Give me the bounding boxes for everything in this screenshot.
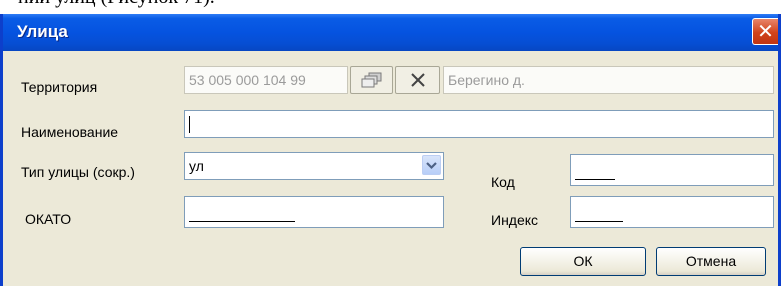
street-type-select[interactable]: ул: [184, 152, 444, 180]
close-button[interactable]: ✕: [752, 18, 778, 45]
territory-code-value: 53 005 000 104 99: [189, 72, 306, 88]
cancel-button[interactable]: Отмена: [656, 247, 766, 276]
code-label: Код: [491, 174, 515, 190]
index-label: Индекс: [491, 212, 539, 228]
street-type-value: ул: [189, 158, 204, 174]
code-input[interactable]: [570, 154, 774, 186]
street-dialog: Улица ✕ Территория 53 005 000 104 99 Бер…: [0, 14, 781, 286]
chevron-down-icon: [426, 162, 437, 170]
okato-blank: [189, 207, 295, 222]
close-icon: ✕: [757, 19, 774, 43]
street-type-label: Тип улицы (сокр.): [21, 164, 135, 180]
title-bar[interactable]: Улица ✕: [3, 14, 778, 51]
index-input[interactable]: [570, 196, 774, 228]
code-blank: [575, 165, 615, 180]
text-caret: [189, 116, 190, 133]
dropdown-button[interactable]: [422, 155, 441, 175]
territory-code-field: 53 005 000 104 99: [184, 66, 348, 94]
okato-label: ОКАТО: [25, 211, 72, 227]
okato-input[interactable]: [184, 196, 444, 228]
index-blank: [575, 207, 623, 222]
name-input[interactable]: [184, 110, 774, 138]
select-icon: [361, 72, 381, 88]
ok-button[interactable]: ОК: [520, 247, 646, 276]
name-label: Наименование: [21, 124, 119, 140]
clear-territory-button[interactable]: [395, 66, 440, 94]
clear-icon: [410, 73, 425, 87]
territory-name-value: Берегино д.: [448, 72, 525, 88]
dialog-title: Улица: [17, 22, 68, 41]
territory-label: Территория: [21, 79, 98, 95]
document-caption: ний улиц (Рисунок 71).: [18, 0, 215, 9]
select-territory-button[interactable]: [350, 66, 393, 94]
territory-name-field: Берегино д.: [443, 66, 774, 94]
